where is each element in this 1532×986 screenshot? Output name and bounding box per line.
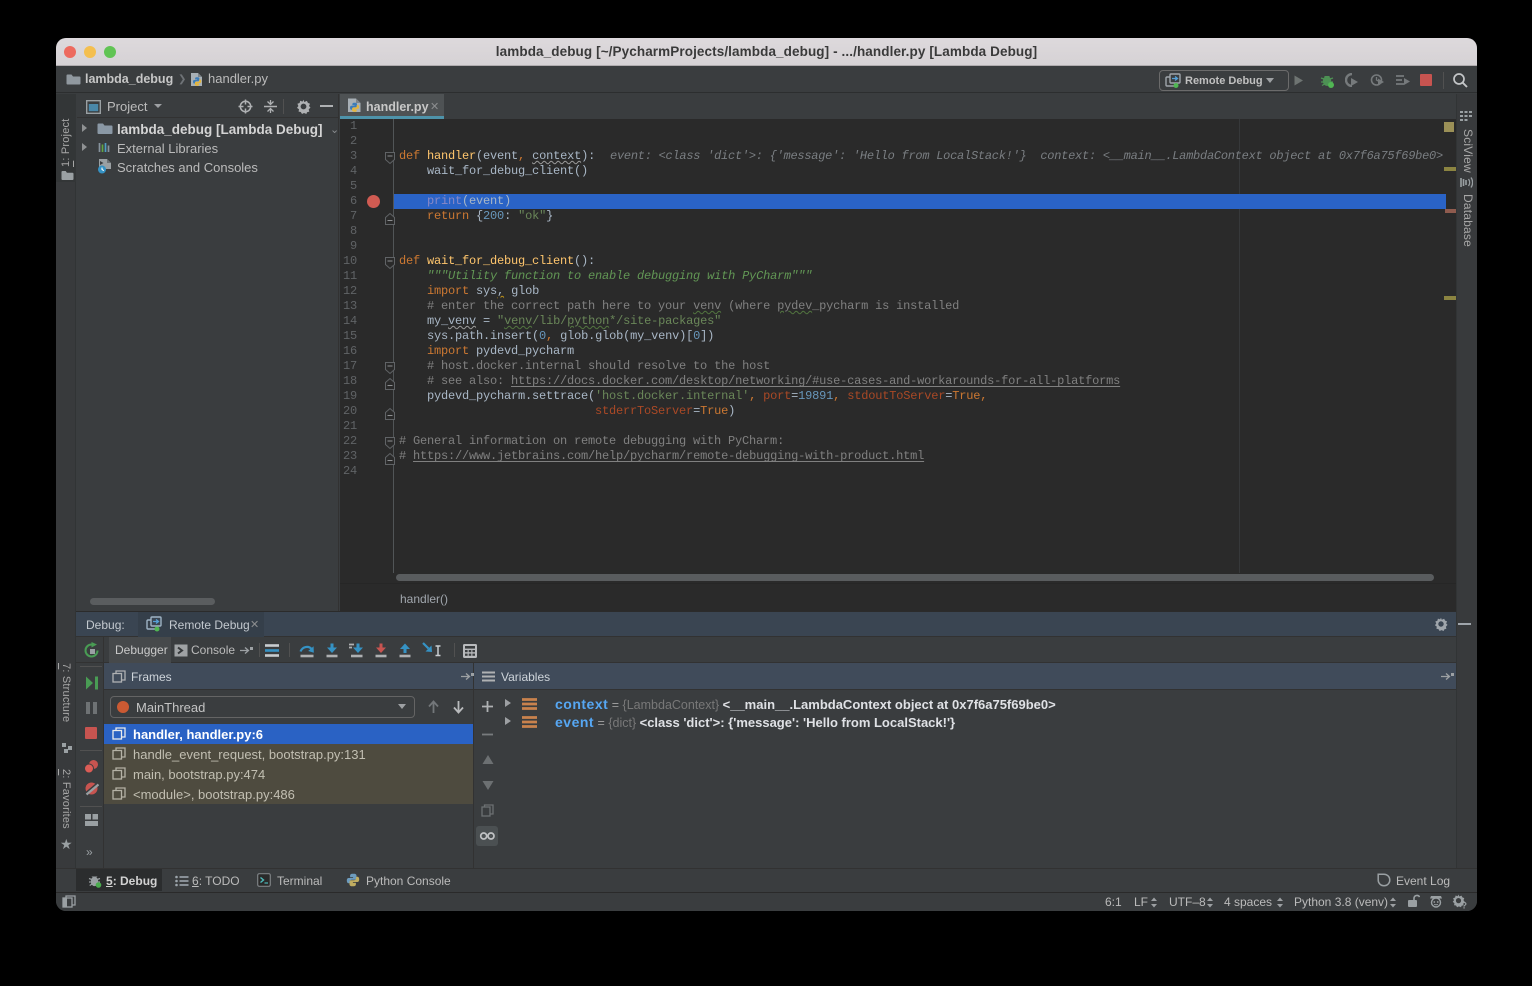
- svg-text:?: ?: [1462, 901, 1468, 910]
